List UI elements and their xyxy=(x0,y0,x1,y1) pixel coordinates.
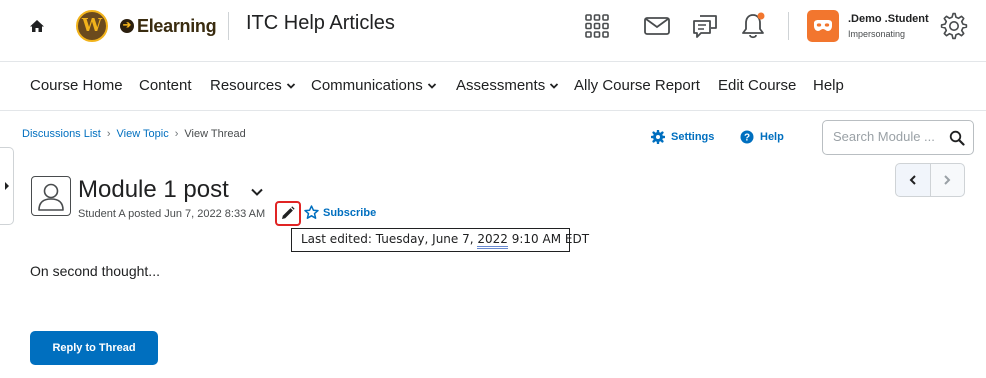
gear-icon[interactable] xyxy=(940,12,968,40)
nav-assessments[interactable]: Assessments xyxy=(456,77,559,94)
course-title[interactable]: ITC Help Articles xyxy=(246,12,395,35)
chevron-right-icon xyxy=(944,175,951,185)
breadcrumb-current: View Thread xyxy=(184,128,246,140)
last-edited-tooltip: Last edited: Tuesday, June 7, 2022 9:10 … xyxy=(291,228,589,252)
bell-icon[interactable] xyxy=(739,12,767,40)
mail-icon[interactable] xyxy=(643,12,671,40)
nav-ally-course-report[interactable]: Ally Course Report xyxy=(574,77,700,94)
chat-icon[interactable] xyxy=(691,12,719,40)
user-avatar[interactable] xyxy=(807,10,839,42)
user-role: Impersonating xyxy=(848,29,906,39)
tooltip-suffix: 9:10 AM EDT xyxy=(507,232,590,246)
nav-label: Ally Course Report xyxy=(574,77,700,94)
nav-label: Help xyxy=(813,77,844,94)
side-panel-toggle[interactable] xyxy=(0,147,14,225)
settings-link[interactable]: Settings xyxy=(651,130,714,144)
home-icon[interactable] xyxy=(27,16,47,36)
notification-dot xyxy=(757,12,765,20)
pencil-icon[interactable] xyxy=(280,206,295,221)
breadcrumb-view-topic[interactable]: View Topic xyxy=(117,128,169,140)
user-name[interactable]: .Demo .Student xyxy=(848,13,929,25)
search-icon[interactable] xyxy=(949,130,965,146)
nav-label: Edit Course xyxy=(718,77,797,94)
subscribe-link[interactable]: Subscribe xyxy=(304,205,376,220)
nav-label: Assessments xyxy=(456,77,546,94)
star-icon xyxy=(304,205,319,219)
author-avatar xyxy=(31,176,71,216)
settings-label: Settings xyxy=(671,131,715,143)
nav-edit-course[interactable]: Edit Course xyxy=(718,77,796,94)
search-input[interactable] xyxy=(833,129,943,144)
top-header: W ➔ Elearning ITC Help Articles .Demo .S… xyxy=(0,0,986,62)
breadcrumb-separator: › xyxy=(106,128,111,140)
help-link[interactable]: ? Help xyxy=(740,130,784,144)
brand-arrow-icon: ➔ xyxy=(120,19,134,33)
elearning-brand[interactable]: ➔ Elearning xyxy=(120,14,217,38)
help-icon: ? xyxy=(740,130,754,144)
subscribe-label: Subscribe xyxy=(323,206,377,219)
nav-content[interactable]: Content xyxy=(139,77,192,94)
post-title: Module 1 post xyxy=(78,176,229,203)
help-label: Help xyxy=(760,131,784,143)
nav-course-home[interactable]: Course Home xyxy=(30,77,123,94)
course-navbar: Course Home Content Resources Communicat… xyxy=(0,63,986,111)
brand-name: Elearning xyxy=(137,15,217,36)
nav-resources[interactable]: Resources xyxy=(210,77,296,94)
gear-icon xyxy=(651,130,665,144)
nav-label: Course Home xyxy=(30,77,123,94)
next-thread-button[interactable] xyxy=(929,164,964,196)
expand-arrow-icon xyxy=(5,182,9,190)
header-separator xyxy=(788,12,789,40)
previous-thread-button[interactable] xyxy=(896,164,930,196)
nav-help[interactable]: Help xyxy=(813,77,844,94)
nav-label: Communications xyxy=(311,77,423,94)
mask-icon xyxy=(814,20,832,31)
grid-icon[interactable] xyxy=(583,12,611,40)
breadcrumb-discussions-list[interactable]: Discussions List xyxy=(22,128,101,140)
search-module-box xyxy=(822,120,974,155)
chevron-down-icon[interactable] xyxy=(250,187,264,197)
header-divider xyxy=(228,12,229,40)
post-body: On second thought... xyxy=(30,263,160,279)
svg-text:?: ? xyxy=(744,133,750,144)
tooltip-prefix: Last edited: Tuesday, June 7, xyxy=(301,232,478,246)
post-meta: Student A posted Jun 7, 2022 8:33 AM xyxy=(78,208,266,220)
breadcrumb-separator: › xyxy=(174,128,179,140)
breadcrumb: Discussions List › View Topic › View Thread xyxy=(22,128,246,140)
user-icon xyxy=(38,183,64,211)
thread-pager xyxy=(895,163,965,197)
reply-to-thread-button[interactable]: Reply to Thread xyxy=(30,331,158,365)
chevron-left-icon xyxy=(909,175,916,185)
tooltip-year: 2022 xyxy=(477,232,508,249)
chevron-down-icon xyxy=(427,83,436,89)
nav-label: Content xyxy=(139,77,192,94)
chevron-down-icon xyxy=(286,83,295,89)
wmu-logo[interactable]: W xyxy=(76,10,108,42)
chevron-down-icon xyxy=(550,83,559,89)
nav-label: Resources xyxy=(210,77,282,94)
nav-communications[interactable]: Communications xyxy=(311,77,437,94)
